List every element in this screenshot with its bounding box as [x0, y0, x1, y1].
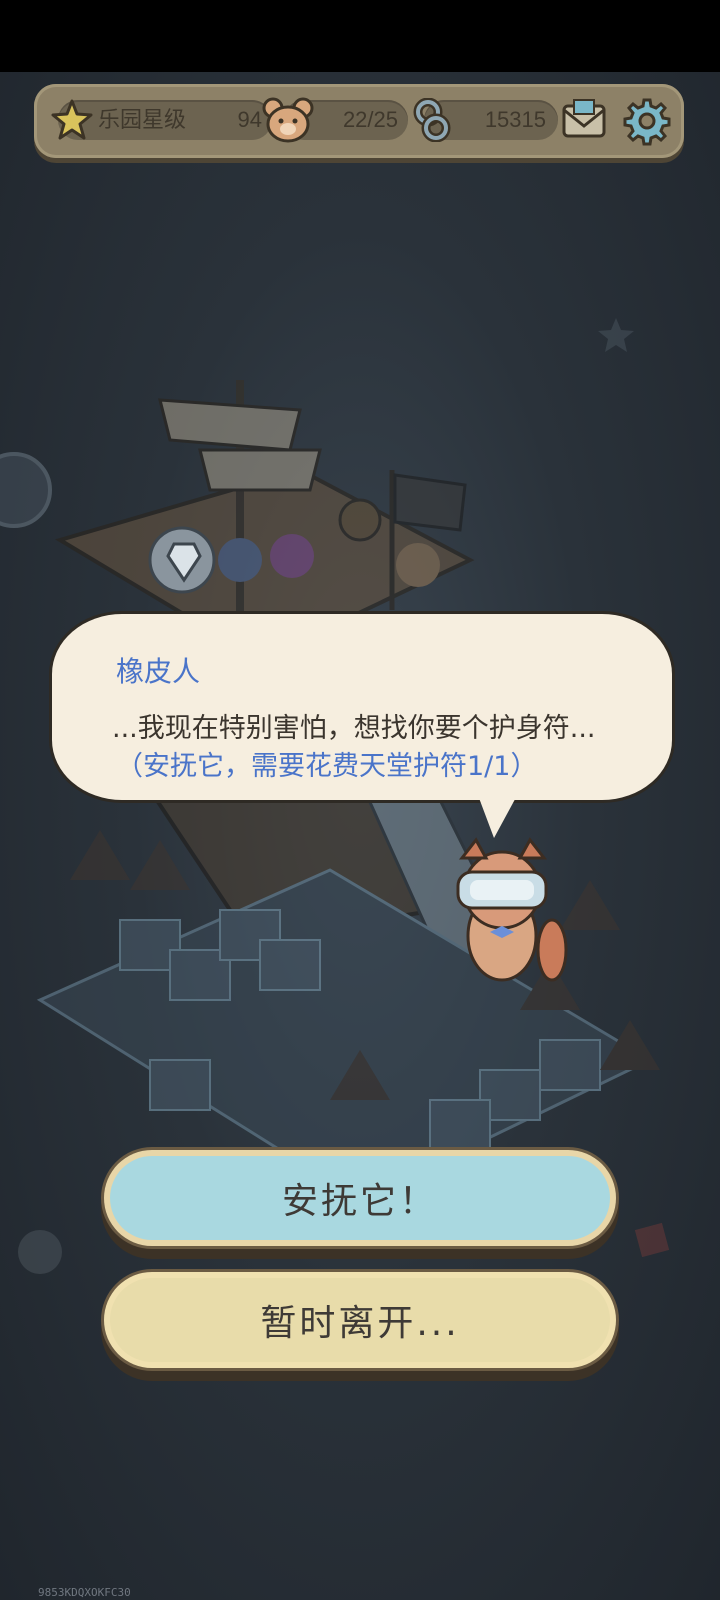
dialog-line: ...我现在特别害怕，想找你要个护身符...	[112, 713, 596, 744]
resource-bar: 乐园星级 94 22/25 15315	[34, 84, 684, 158]
mail-icon[interactable]	[560, 98, 608, 142]
watermark: 9853KDQXOKFC30	[38, 1586, 131, 1599]
gear-icon[interactable]	[622, 96, 672, 146]
crystal-icon	[148, 526, 216, 594]
star-icon	[51, 99, 93, 140]
dialog-bubble-tail	[476, 790, 520, 838]
bear-icon	[262, 97, 314, 143]
link-icon	[413, 98, 451, 142]
dialog-hint: （安抚它，需要花费天堂护符1/1）	[116, 751, 538, 782]
soothe-button-label: 安抚它！	[281, 1181, 438, 1222]
leave-button-label: 暂时离开...	[260, 1303, 460, 1344]
residents-count: 22/25	[342, 107, 398, 132]
park-rating-value: 94	[237, 107, 262, 132]
park-rating-label: 乐园星级	[98, 107, 187, 132]
soothe-button[interactable]: 安抚它！	[110, 1156, 610, 1240]
currency-amount: 15315	[484, 107, 546, 132]
speaker-name: 橡皮人	[116, 655, 201, 688]
leave-button[interactable]: 暂时离开...	[110, 1278, 610, 1362]
